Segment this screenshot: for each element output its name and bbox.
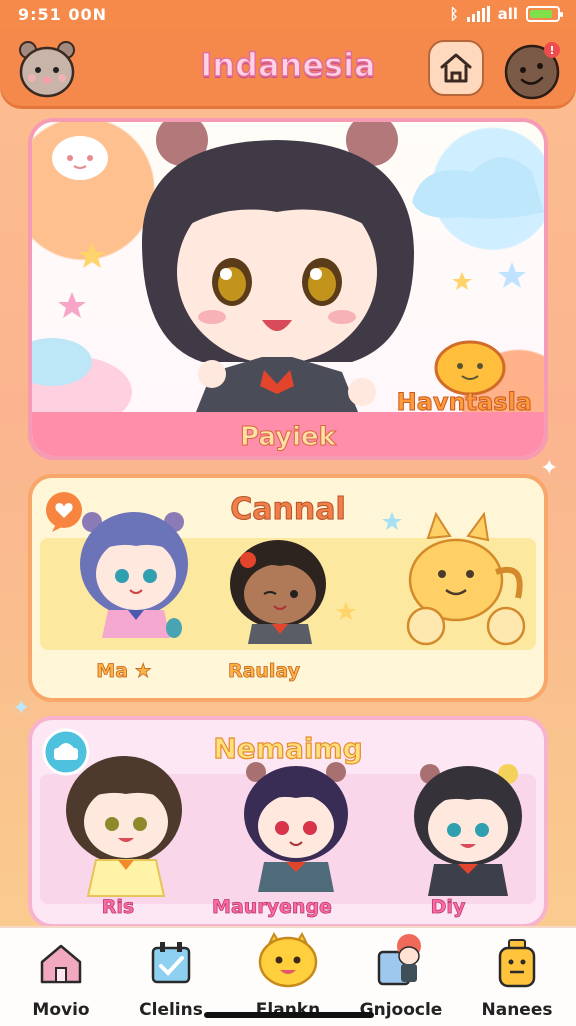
status-time: 9:51 00N	[18, 5, 108, 24]
signal-icon	[466, 6, 490, 22]
bluetooth-icon: ᛒ	[449, 5, 459, 23]
page-title: Indanesia	[200, 45, 377, 85]
status-icons: ᛒ all	[449, 5, 563, 23]
character-name: Ma ★	[96, 660, 152, 683]
calendar-check-icon	[151, 942, 191, 984]
hero-illustration	[32, 122, 544, 422]
character-brown-hair[interactable]	[66, 756, 182, 897]
character-name: Mauryenge	[212, 896, 333, 919]
character-blue-hair[interactable]	[80, 512, 188, 638]
battery-icon	[526, 6, 563, 22]
sparkle-icon: ✦	[540, 456, 559, 481]
section-characters	[66, 756, 522, 897]
mascot-icon	[258, 932, 318, 988]
character-dark-hair[interactable]	[414, 764, 522, 896]
chat-bubble-icon	[52, 136, 108, 180]
profile-avatar-icon[interactable]: !	[502, 38, 564, 100]
section-card-cannal[interactable]: Cannal Ma ★ Raulay	[28, 474, 548, 702]
home-button[interactable]	[428, 40, 484, 96]
hero-caption: Payiek	[240, 422, 337, 453]
nav-label: Nanees	[481, 1000, 553, 1020]
home-indicator[interactable]	[204, 1012, 374, 1018]
nav-item-elankn[interactable]: Elankn	[233, 932, 343, 1020]
hero-mascot	[434, 340, 506, 396]
character-name: Raulay	[227, 660, 301, 683]
status-bar: 9:51 00N ᛒ all	[0, 0, 576, 28]
character-black-hair[interactable]	[230, 540, 326, 644]
nav-item-gnjoocle[interactable]: Gnjoocle	[346, 932, 456, 1020]
sparkle-icon: ✦	[12, 696, 31, 721]
app-header: Indanesia !	[0, 28, 576, 106]
hero-character	[142, 122, 414, 422]
character-purple-hair[interactable]	[244, 762, 348, 892]
character-name: Diy	[430, 896, 466, 919]
nav-item-clelins[interactable]: Clelins	[116, 932, 226, 1020]
nav-item-nanees[interactable]: Nanees	[462, 932, 572, 1020]
pot-icon	[498, 939, 536, 988]
character-name: Ris	[101, 896, 135, 919]
nav-label: Movio	[32, 1000, 90, 1020]
character-card-icon	[377, 934, 421, 986]
character-yellow-mascot[interactable]	[406, 511, 526, 646]
network-label: all	[497, 5, 518, 23]
nav-item-movio[interactable]: Movio	[6, 932, 116, 1020]
svg-text:!: !	[549, 44, 554, 57]
section-characters	[80, 511, 526, 646]
bottom-nav: Movio Clelins Elankn Gnjoocle Nanees	[0, 926, 576, 1026]
home-icon	[440, 53, 472, 83]
section-card-nemaimg[interactable]: Nemaimg Ris Mauryenge Diy	[28, 716, 548, 928]
featured-hero-card[interactable]: Havntasla Payiek	[28, 118, 548, 460]
home-icon	[40, 944, 82, 984]
